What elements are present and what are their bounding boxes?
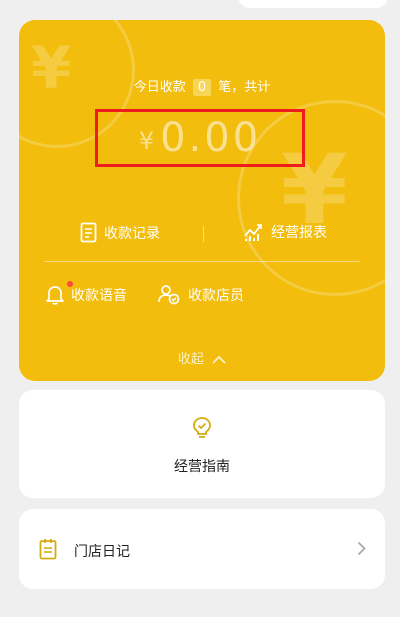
collection-staff-label: 收款店员 [188,287,244,304]
collection-records-label: 收款记录 [104,225,160,242]
previous-card-edge [238,0,388,8]
chevron-up-icon [212,355,226,364]
staff-icon [157,284,181,305]
action-row-1: 收款记录 经营报表 [19,220,385,250]
store-diary-label: 门店日记 [74,544,130,560]
notepad-icon [39,538,57,560]
business-report-button[interactable]: 经营报表 [243,222,327,242]
today-count: 0 [192,79,212,96]
chevron-right-icon [357,541,366,556]
chart-line-icon [243,222,264,242]
collapse-button[interactable]: 收起 [19,348,385,367]
collection-voice-label: 收款语音 [71,287,127,304]
divider [44,261,360,262]
currency-symbol: ¥ [138,127,155,155]
today-prefix: 今日收款 [133,80,186,95]
amount-value: 0.00 [160,115,262,161]
bell-icon [45,284,65,305]
business-report-label: 经营报表 [271,225,327,241]
collapse-label: 收起 [177,352,204,367]
today-count-suffix: 笔，共计 [218,80,271,95]
store-diary-row[interactable]: 门店日记 [19,509,385,589]
lightbulb-icon [192,416,212,440]
document-icon [80,222,97,243]
collection-voice-button[interactable]: 收款语音 [45,284,127,305]
business-guide-label: 经营指南 [174,459,230,475]
collection-summary-card: ¥ ¥ 今日收款 0 笔，共计 ¥ 0.00 收款记录 经营报表 收款语音 收款… [19,20,385,381]
collection-staff-button[interactable]: 收款店员 [157,284,244,305]
collection-records-button[interactable]: 收款记录 [80,222,160,243]
action-separator [203,226,204,242]
action-row-2: 收款语音 收款店员 [19,282,385,312]
today-amount: ¥ 0.00 [95,109,305,167]
business-guide-card[interactable]: 经营指南 [19,390,385,498]
today-summary: 今日收款 0 笔，共计 [19,76,385,96]
